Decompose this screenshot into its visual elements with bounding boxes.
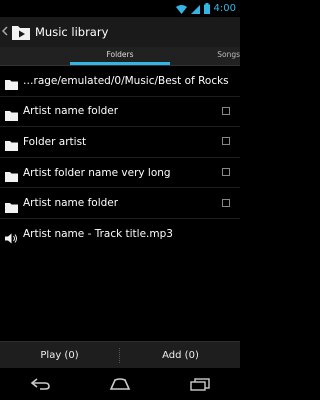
speaker-icon xyxy=(5,229,18,244)
list-item-track[interactable]: Artist name - Track title.mp3 xyxy=(0,219,240,250)
battery-icon xyxy=(203,0,210,18)
back-icon[interactable] xyxy=(20,371,60,397)
list-item-label: …rage/emulated/0/Music/Best of Rocks xyxy=(23,74,229,87)
folder-icon xyxy=(5,198,18,213)
navigation-bar xyxy=(0,368,240,400)
status-time: 4:00 xyxy=(213,3,236,14)
folder-icon xyxy=(5,75,18,91)
list-item-checkbox[interactable] xyxy=(222,137,230,146)
list-item[interactable]: Artist name folder xyxy=(0,188,240,219)
folder-list: …rage/emulated/0/Music/Best of Rocks Art… xyxy=(0,66,240,250)
bottom-button-bar: Play (0) Add (0) xyxy=(0,341,240,368)
list-item-path[interactable]: …rage/emulated/0/Music/Best of Rocks xyxy=(0,66,240,97)
tab-songs[interactable]: Songs xyxy=(186,47,240,65)
signal-icon xyxy=(190,0,200,18)
list-item-label: Artist name folder xyxy=(23,197,119,210)
list-item[interactable]: Artist folder name very long xyxy=(0,158,240,189)
app-title: Music library xyxy=(35,25,109,39)
list-item-checkbox[interactable] xyxy=(222,106,230,115)
list-item-label: Artist name folder xyxy=(23,105,119,118)
folder-icon xyxy=(5,167,18,183)
list-item-label: Artist name - Track title.mp3 xyxy=(23,228,173,241)
tab-folders[interactable]: Folders xyxy=(70,47,170,65)
home-icon[interactable] xyxy=(100,371,140,397)
wifi-icon xyxy=(175,0,187,18)
list-item[interactable]: Artist name folder xyxy=(0,97,240,128)
tab-strip: Folders Songs xyxy=(0,47,240,66)
play-button[interactable]: Play (0) xyxy=(0,342,119,369)
folder-icon xyxy=(5,106,18,121)
status-bar: 4:00 xyxy=(0,0,240,17)
list-item-label: Artist folder name very long xyxy=(23,166,171,179)
action-bar: Music library xyxy=(0,17,240,47)
list-item-checkbox[interactable] xyxy=(222,198,230,207)
list-item-label: Folder artist xyxy=(23,135,87,148)
folder-icon xyxy=(5,136,18,152)
add-button[interactable]: Add (0) xyxy=(121,342,240,369)
recent-apps-icon[interactable] xyxy=(180,371,220,397)
list-item-checkbox[interactable] xyxy=(222,168,230,177)
music-folder-icon[interactable] xyxy=(12,24,30,40)
list-item[interactable]: Folder artist xyxy=(0,127,240,158)
up-caret-icon[interactable] xyxy=(1,25,10,39)
